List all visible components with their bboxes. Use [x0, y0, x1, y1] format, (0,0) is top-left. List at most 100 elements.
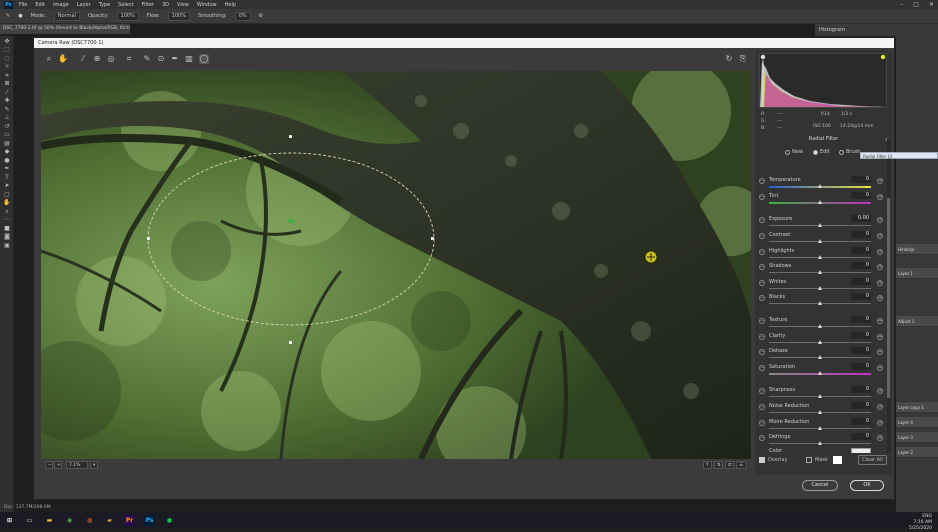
increase-icon[interactable]: +	[877, 280, 883, 286]
windows-start-icon[interactable]: ⊞	[4, 515, 15, 526]
increase-icon[interactable]: +	[877, 217, 883, 223]
layer-row[interactable]: Layer 2	[896, 447, 938, 458]
slider-value[interactable]: 0	[851, 347, 871, 354]
red-eye-icon[interactable]: ⊙	[156, 54, 166, 64]
marquee-tool-icon[interactable]: ⬚	[2, 46, 12, 53]
ellipse-handle-top[interactable]	[289, 135, 292, 138]
type-tool-icon[interactable]: T	[2, 174, 12, 181]
decrease-icon[interactable]: −	[759, 233, 765, 239]
panel-scrollbar[interactable]	[887, 138, 890, 458]
decrease-icon[interactable]: −	[759, 264, 765, 270]
flow-field[interactable]: 100%	[167, 11, 190, 21]
opacity-field[interactable]: 100%	[116, 11, 139, 21]
crop-tool-icon[interactable]: ⌗	[2, 72, 12, 79]
increase-icon[interactable]: +	[877, 194, 883, 200]
zoom-icon[interactable]: ⌕	[44, 54, 54, 64]
radio-new[interactable]	[785, 149, 790, 155]
brush-preset-icon[interactable]: ●	[18, 13, 22, 19]
healing-tool-icon[interactable]: ✚	[2, 97, 12, 104]
rotate-icon[interactable]: ↻	[724, 54, 734, 64]
menu-view[interactable]: View	[177, 2, 189, 8]
slider-value[interactable]: 0	[851, 192, 871, 199]
slider-value[interactable]: 0	[851, 247, 871, 254]
brush-tool-side-icon[interactable]: ✎	[2, 106, 12, 113]
smoothing-field[interactable]: 0%	[234, 11, 251, 21]
decrease-icon[interactable]: −	[759, 194, 765, 200]
menu-type[interactable]: Type	[99, 2, 110, 8]
slider-thumb[interactable]	[817, 355, 822, 359]
slider-thumb[interactable]	[817, 426, 822, 430]
decrease-icon[interactable]: −	[759, 280, 765, 286]
decrease-icon[interactable]: −	[759, 404, 765, 410]
stamp-tool-icon[interactable]: ⊥	[2, 114, 12, 121]
slider-thumb[interactable]	[817, 184, 822, 188]
menu-edit[interactable]: Edit	[35, 2, 45, 8]
increase-icon[interactable]: +	[877, 334, 883, 340]
dodge-tool-icon[interactable]: ●	[2, 157, 12, 164]
slider-thumb[interactable]	[817, 301, 822, 305]
ok-button[interactable]: OK	[850, 480, 884, 491]
spot-removal-icon[interactable]: ✎	[142, 54, 152, 64]
slider-thumb[interactable]	[817, 324, 822, 328]
slider-thumb[interactable]	[817, 200, 822, 204]
slider-clarity[interactable]: − Clarity 0 +	[755, 332, 892, 348]
increase-icon[interactable]: +	[877, 349, 883, 355]
slider-thumb[interactable]	[817, 223, 822, 227]
mode-brush[interactable]: Brush	[839, 149, 860, 155]
slider-value[interactable]: 0.00	[851, 215, 871, 222]
slider-value[interactable]: 0	[851, 332, 871, 339]
increase-icon[interactable]: +	[877, 233, 883, 239]
menu-file[interactable]: File	[19, 2, 27, 8]
slider-shadows[interactable]: − Shadows 0 +	[755, 262, 892, 278]
ellipse-handle-bottom[interactable]	[289, 341, 292, 344]
cancel-button[interactable]: Cancel	[802, 480, 838, 491]
menu-window[interactable]: Window	[197, 2, 217, 8]
slider-value[interactable]: 0	[851, 278, 871, 285]
crop-icon[interactable]: ⌗	[124, 54, 134, 64]
mode-select[interactable]: Normal	[53, 11, 80, 21]
mode-edit[interactable]: Edit	[813, 149, 830, 155]
filter-center-pin[interactable]	[288, 218, 294, 224]
slider-value[interactable]: 0	[851, 231, 871, 238]
before-after-swap-icon[interactable]: ⇅	[714, 461, 723, 469]
histogram-panel-header[interactable]: Histogram	[815, 24, 896, 36]
mask-color-swatch[interactable]	[833, 456, 842, 464]
radial-filter-icon[interactable]: ◯	[199, 54, 209, 64]
zoom-level[interactable]: 7.1%	[66, 461, 88, 469]
before-after-copy-icon[interactable]: ⇄	[725, 461, 734, 469]
document-tab[interactable]: DSC_7700-2.tif @ 50% (Revert to Black/Al…	[0, 24, 130, 34]
slider-noise-reduction[interactable]: − Noise Reduction 0 +	[755, 402, 892, 418]
increase-icon[interactable]: +	[877, 264, 883, 270]
slider-moire-reduction[interactable]: − Moire Reduction 0 +	[755, 418, 892, 434]
move-tool-icon[interactable]: ✥	[2, 38, 12, 45]
slider-temperature[interactable]: − Temperature 0 +	[755, 176, 892, 192]
decrease-icon[interactable]: −	[759, 178, 765, 184]
close-button[interactable]: ✕	[929, 1, 934, 8]
increase-icon[interactable]: +	[877, 388, 883, 394]
targeted-adjust-icon[interactable]: ◎	[106, 54, 116, 64]
decrease-icon[interactable]: −	[759, 318, 765, 324]
radio-brush[interactable]	[839, 149, 844, 155]
slider-whites[interactable]: − Whites 0 +	[755, 278, 892, 294]
slider-value[interactable]: 0	[851, 316, 871, 323]
increase-icon[interactable]: +	[877, 420, 883, 426]
slider-value[interactable]: 0	[851, 262, 871, 269]
preview-settings-icon[interactable]: ☰	[736, 461, 747, 469]
task-view-icon[interactable]: ▭	[24, 515, 35, 526]
slider-value[interactable]: 0	[851, 433, 871, 440]
slider-defringe[interactable]: − Defringe 0 +	[755, 433, 892, 449]
decrease-icon[interactable]: −	[759, 249, 765, 255]
increase-icon[interactable]: +	[877, 295, 883, 301]
slider-value[interactable]: 0	[851, 176, 871, 183]
slider-dehaze[interactable]: − Dehaze 0 +	[755, 347, 892, 363]
slider-saturation[interactable]: − Saturation 0 +	[755, 363, 892, 379]
increase-icon[interactable]: +	[877, 318, 883, 324]
premiere-icon[interactable]: Pr	[124, 514, 135, 526]
mode-new[interactable]: New	[785, 149, 803, 155]
decrease-icon[interactable]: −	[759, 349, 765, 355]
decrease-icon[interactable]: −	[759, 388, 765, 394]
photoshop-taskbar-icon[interactable]: Ps	[144, 514, 155, 526]
decrease-icon[interactable]: −	[759, 217, 765, 223]
slider-value[interactable]: 0	[851, 293, 871, 300]
file-explorer-icon[interactable]: ▬	[44, 515, 55, 526]
